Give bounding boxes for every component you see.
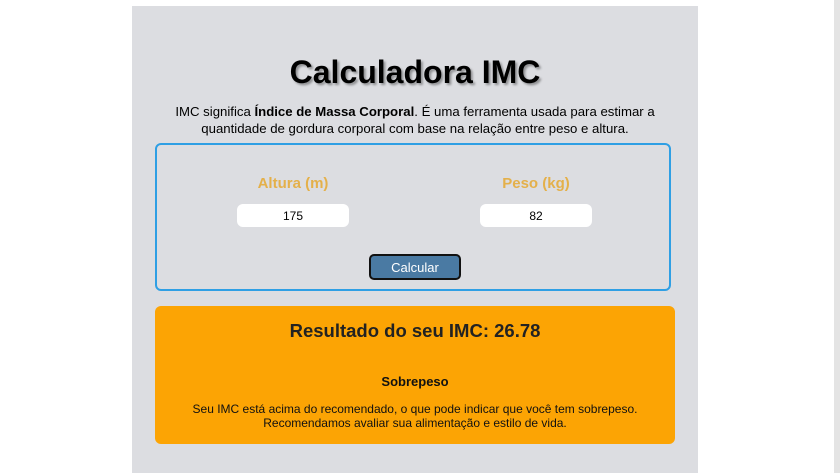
imc-form: Altura (m) Peso (kg) Calcular bbox=[155, 143, 671, 291]
peso-field-group: Peso (kg) bbox=[480, 175, 592, 227]
intro-prefix: IMC significa bbox=[175, 104, 255, 119]
peso-input[interactable] bbox=[480, 204, 592, 227]
calculator-panel: Calculadora IMC IMC significa Índice de … bbox=[132, 6, 698, 473]
altura-input[interactable] bbox=[237, 204, 349, 227]
result-category: Sobrepeso bbox=[381, 374, 449, 389]
scrollbar-track[interactable] bbox=[834, 0, 840, 473]
page-title: Calculadora IMC bbox=[289, 54, 541, 90]
intro-term: Índice de Massa Corporal bbox=[254, 104, 415, 119]
result-card: Resultado do seu IMC: 26.78 Sobrepeso Se… bbox=[155, 306, 675, 444]
peso-label: Peso (kg) bbox=[502, 175, 570, 192]
result-title: Resultado do seu IMC: 26.78 bbox=[289, 320, 541, 341]
altura-field-group: Altura (m) bbox=[237, 175, 349, 227]
intro-text: IMC significa Índice de Massa Corporal. … bbox=[160, 104, 670, 138]
result-description: Seu IMC está acima do recomendado, o que… bbox=[192, 402, 638, 431]
altura-label: Altura (m) bbox=[257, 175, 329, 192]
calcular-button[interactable]: Calcular bbox=[369, 254, 461, 280]
